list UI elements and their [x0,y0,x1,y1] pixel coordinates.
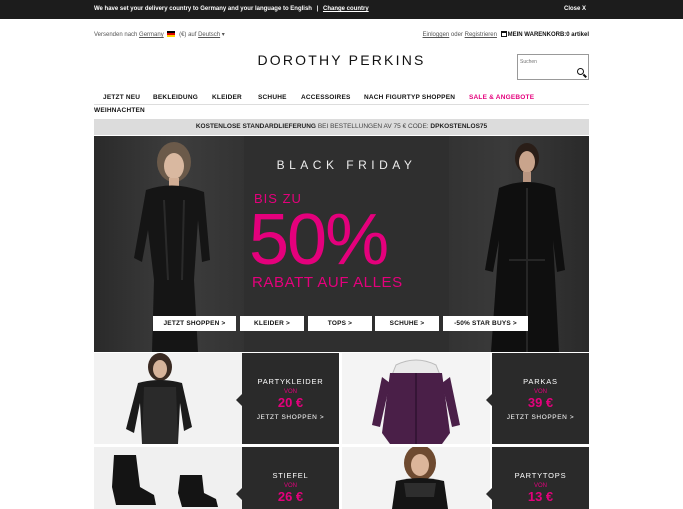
close-notice-button[interactable]: Close X [564,6,586,12]
tile-price: 13 € [527,489,554,504]
promo-lead: KOSTENLOSE STANDARDLIEFERUNG [195,123,316,130]
nav-item-shoes[interactable]: SCHUHE [258,94,287,101]
register-link[interactable]: Registrieren [465,32,497,38]
hero-discount-percent: 50% [249,200,389,280]
tile-shop-now-link[interactable]: JETZT SHOPPEN > [242,414,339,421]
party-dresses-panel: PARTYKLEIDER VON 20 € JETZT SHOPPEN > [236,353,339,444]
cart-link[interactable]: MEIN WARENKORB:0 artikel [500,31,589,38]
hero-headline: BLACK FRIDAY [276,158,417,172]
boots-panel: STIEFEL VON 26 € [236,447,339,509]
tile-price: 26 € [277,489,304,504]
country-notice-bar: We have set your delivery country to Ger… [0,0,683,19]
hero-subline: RABATT AUF ALLES [252,274,403,291]
nav-item-sale[interactable]: SALE & ANGEBOTE [469,94,534,101]
star-buys-button[interactable]: -50% STAR BUYS > [443,316,528,331]
change-country-link[interactable]: Change country [323,6,369,12]
shopping-bag-icon [500,31,507,37]
party-top-image [342,447,490,509]
tile-title: STIEFEL [272,471,309,480]
search-input[interactable] [520,57,576,67]
tops-button[interactable]: TOPS > [308,316,372,331]
login-link[interactable]: Einloggen [423,32,450,38]
german-flag-icon [167,31,176,37]
category-tile-boots[interactable]: STIEFEL VON 26 € [94,447,339,509]
cart-label: MEIN WARENKORB:0 artikel [507,32,589,38]
promo-code: DPKOSTENLOS75 [430,123,488,130]
notice-separator: | [316,6,319,12]
currency-label: (€) auf [179,32,197,38]
shop-now-button[interactable]: JETZT SHOPPEN > [153,316,236,331]
tile-shop-now-link[interactable]: JETZT SHOPPEN > [492,414,589,421]
notice-text: We have set your delivery country to Ger… [94,6,312,12]
nav-item-dresses[interactable]: KLEIDER [212,94,242,101]
shipping-selector: Versenden nach Germany (€) auf Deutsch ▾ [94,31,225,38]
language-link[interactable]: Deutsch [198,32,220,38]
shoes-button[interactable]: SCHUHE > [375,316,439,331]
nav-item-new[interactable]: JETZT NEU [103,94,140,101]
category-tile-parkas[interactable]: PARKAS VON 39 € JETZT SHOPPEN > [342,353,589,444]
party-dress-image [94,353,242,444]
search-box [517,54,589,80]
or-text: oder [450,32,463,38]
dresses-button[interactable]: KLEIDER > [240,316,304,331]
tile-title: PARTYKLEIDER [257,377,324,386]
main-navigation: JETZT NEU BEKLEIDUNG KLEIDER SCHUHE ACCE… [94,92,589,105]
parkas-panel: PARKAS VON 39 € JETZT SHOPPEN > [486,353,589,444]
category-tile-party-tops[interactable]: PARTYTOPS VON 13 € [342,447,589,509]
chevron-down-icon[interactable]: ▾ [222,32,225,38]
ship-country-link[interactable]: Germany [139,32,164,38]
tile-price: 20 € [277,395,304,410]
promo-text: BEI BESTELLUNGEN AV 75 € CODE: [317,123,429,130]
search-icon[interactable] [577,68,584,75]
nav-item-christmas[interactable]: WEIHNACHTEN [94,107,145,114]
tile-title: PARTYTOPS [514,471,567,480]
nav-item-shop-by-fit[interactable]: NACH FIGURTYP SHOPPEN [364,94,455,101]
ship-to-label: Versenden nach [94,32,138,38]
free-delivery-banner: KOSTENLOSE STANDARDLIEFERUNG BEI BESTELL… [94,119,589,135]
nav-item-clothing[interactable]: BEKLEIDUNG [153,94,198,101]
tile-price: 39 € [527,395,554,410]
nav-item-accessories[interactable]: ACCESSOIRES [301,94,351,101]
category-tile-party-dresses[interactable]: PARTYKLEIDER VON 20 € JETZT SHOPPEN > [94,353,339,444]
party-tops-panel: PARTYTOPS VON 13 € [486,447,589,509]
account-links: Einloggen oder Registrieren MEIN WARENKO… [423,31,589,38]
parka-image [342,353,490,444]
black-friday-hero[interactable]: BLACK FRIDAY BIS ZU 50% RABATT AUF ALLES… [94,136,589,352]
tile-title: PARKAS [523,377,558,386]
country-notice-message: We have set your delivery country to Ger… [94,6,369,12]
boots-image [94,447,242,509]
